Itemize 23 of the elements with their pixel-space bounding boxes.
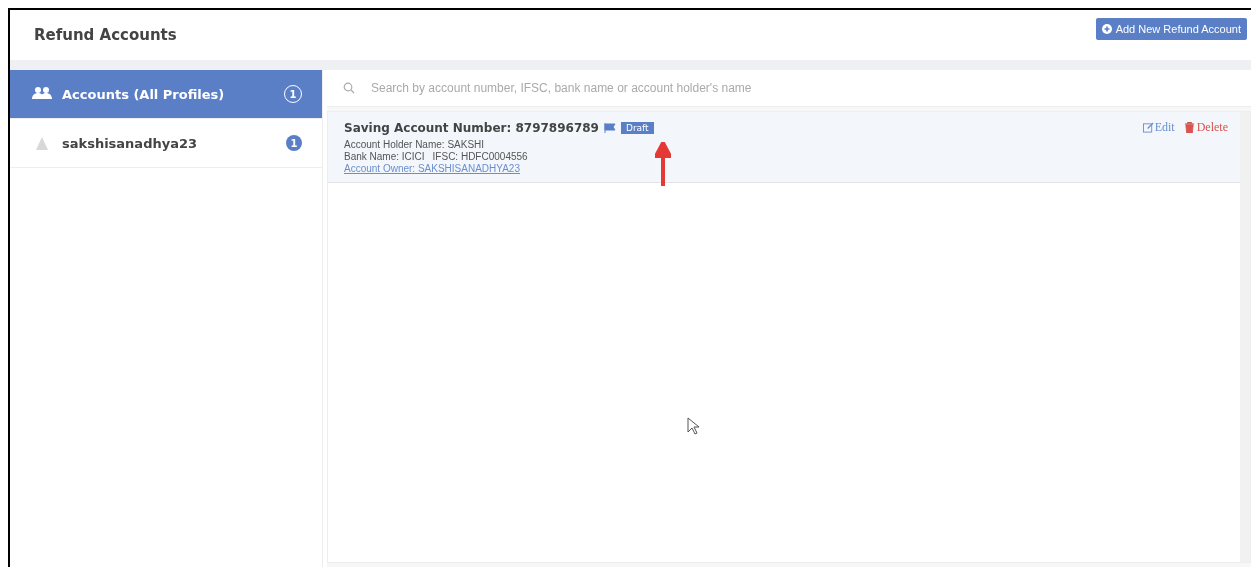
scrollbar[interactable]: [1240, 112, 1250, 562]
status-badge: Draft: [620, 121, 654, 134]
sidebar-item[interactable]: Accounts (All Profiles) 1: [10, 70, 322, 119]
account-number: Saving Account Number: 8797896789: [344, 120, 599, 135]
edit-link[interactable]: Edit: [1142, 120, 1175, 135]
search-icon: [343, 82, 355, 94]
flag-icon: [603, 122, 616, 133]
plus-circle-icon: [1101, 24, 1112, 34]
page-title: Refund Accounts: [34, 26, 177, 44]
account-owner-link[interactable]: Account Owner: SAKSHISANADHYA23: [344, 163, 1228, 174]
delete-link[interactable]: Delete: [1183, 120, 1228, 135]
users-icon: [32, 86, 52, 102]
sidebar-item[interactable]: sakshisanadhya23 1: [10, 119, 322, 168]
count-badge: 1: [286, 135, 302, 151]
holder-name: Account Holder Name: SAKSHI: [344, 139, 486, 150]
search-bar[interactable]: Search by account number, IFSC, bank name or account holder's name: [327, 70, 1251, 107]
edit-icon: [1142, 122, 1154, 133]
ifsc-code: IFSC: HDFC0004556: [432, 151, 528, 162]
bank-name: Bank Name: ICICI: [344, 151, 425, 162]
mouse-pointer-icon: [687, 417, 699, 435]
trash-icon: [1183, 122, 1195, 133]
add-account-button[interactable]: Add New Refund Account: [1095, 18, 1247, 40]
annotation-arrow: [655, 142, 671, 186]
